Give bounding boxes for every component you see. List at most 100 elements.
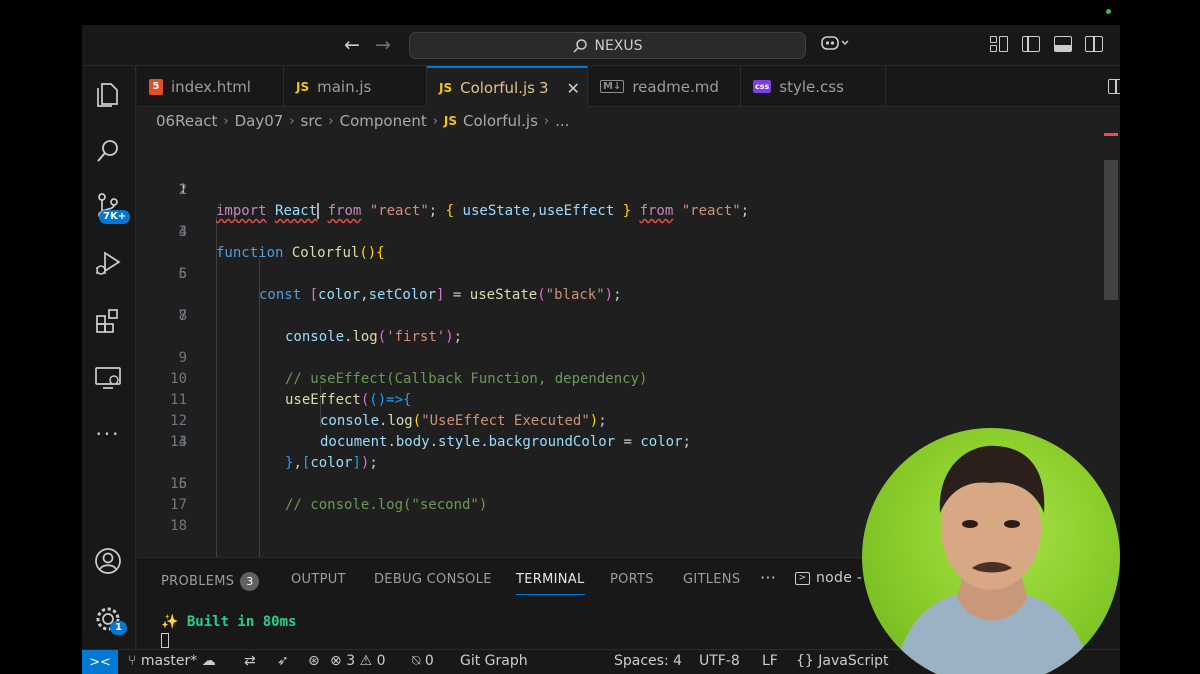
chevron-right-icon: ›: [223, 113, 229, 129]
breadcrumb-item[interactable]: 06React: [156, 112, 217, 130]
css-file-icon: css: [753, 80, 772, 93]
code-line: 11 console.log("UseEffect Executed");: [137, 369, 607, 429]
line-number: 4: [178, 224, 187, 240]
live-share-icon[interactable]: ⊛: [308, 653, 320, 669]
remote-explorer-icon[interactable]: [93, 363, 123, 393]
extensions-icon[interactable]: [93, 306, 123, 336]
tab-gitlens[interactable]: GITLENS: [683, 572, 740, 587]
warning-icon: ⚠: [359, 653, 373, 669]
tab-label: Colorful.js 3: [460, 79, 549, 97]
line-number: 6: [178, 266, 187, 282]
git-compare-icon[interactable]: ⇄: [244, 653, 256, 669]
line-number: 18: [170, 518, 187, 534]
tab-readme-md[interactable]: M↓ readme.md: [588, 66, 741, 107]
branch-indicator[interactable]: ⑂ master* ☁: [128, 653, 216, 669]
tab-ports[interactable]: PORTS: [610, 572, 654, 587]
panel-more-icon[interactable]: ···: [760, 568, 776, 587]
js-file-icon: JS: [296, 79, 310, 94]
code-line: 5 const [color,setColor] = useState("bla…: [137, 243, 622, 303]
problems-count-badge: 3: [240, 572, 260, 591]
settings-gear-icon[interactable]: 1: [93, 604, 127, 635]
terminal-output: ✨ Built in 80ms: [161, 614, 297, 630]
editor-tab-bar: 5 index.html JS main.js JS Colorful.js 3 …: [137, 66, 1120, 108]
line-number: 8: [178, 308, 187, 324]
tab-terminal[interactable]: TERMINAL: [516, 572, 585, 595]
remote-indicator[interactable]: ><: [82, 650, 118, 674]
breadcrumb-item[interactable]: ...: [555, 112, 569, 130]
terminal-selector[interactable]: > node -: [795, 570, 862, 586]
explorer-icon[interactable]: [93, 80, 123, 110]
git-graph-button[interactable]: Git Graph: [460, 653, 528, 669]
chevron-right-icon: ›: [328, 113, 334, 129]
tab-problems[interactable]: PROBLEMS 3: [161, 572, 260, 591]
search-icon[interactable]: [93, 136, 123, 166]
line-number: 14: [170, 434, 187, 450]
chevron-right-icon: ›: [289, 113, 295, 129]
rocket-icon[interactable]: ➶: [277, 653, 289, 669]
recording-indicator: [1106, 9, 1111, 14]
code-line: 9 // useEffect(Callback Function, depend…: [137, 327, 648, 387]
eol-indicator[interactable]: LF: [762, 653, 778, 669]
error-icon: ⊗: [330, 653, 342, 669]
braces-icon: {}: [796, 653, 814, 669]
search-icon: [573, 38, 588, 53]
forward-arrow-icon[interactable]: →: [375, 34, 391, 56]
language-mode[interactable]: {} JavaScript: [796, 653, 888, 669]
title-bar: ← → NEXUS: [82, 25, 1120, 66]
copilot-icon[interactable]: [820, 34, 852, 56]
breadcrumb-item[interactable]: Day07: [235, 112, 284, 130]
command-center-search[interactable]: NEXUS: [409, 32, 806, 59]
chevron-right-icon: ›: [543, 113, 550, 129]
toggle-secondary-sidebar-icon[interactable]: [1085, 36, 1103, 52]
tab-main-js[interactable]: JS main.js: [284, 66, 427, 107]
account-icon[interactable]: [93, 546, 123, 576]
code-line: 19 return (: [137, 537, 188, 557]
tab-label: main.js: [317, 77, 372, 96]
code-line: 10 useEffect(()=>{: [137, 348, 411, 408]
source-control-badge: 7K+: [99, 210, 131, 224]
js-file-icon: JS: [443, 114, 458, 128]
editor-scrollbar[interactable]: [1104, 160, 1118, 300]
terminal-icon: >: [795, 571, 810, 585]
tab-debug-console[interactable]: DEBUG CONSOLE: [374, 572, 492, 587]
webcam-overlay: [862, 428, 1120, 674]
tab-style-css[interactable]: css style.css: [741, 66, 886, 107]
tab-colorful-js[interactable]: JS Colorful.js 3 ✕: [427, 66, 588, 108]
toggle-primary-sidebar-icon[interactable]: [1022, 36, 1040, 52]
html-file-icon: 5: [149, 78, 163, 95]
code-line: 3 function Colorful(){: [137, 201, 385, 261]
breadcrumb-item[interactable]: src: [301, 112, 323, 130]
line-number: 17: [170, 497, 187, 513]
breadcrumb-item[interactable]: Component: [340, 112, 427, 130]
js-file-icon: JS: [439, 81, 453, 95]
activity-bar: 7K+ ··· 1: [82, 66, 136, 649]
tab-output[interactable]: OUTPUT: [291, 572, 346, 587]
tab-label: readme.md: [632, 77, 719, 96]
breadcrumb: 06React › Day07 › src › Component › JS C…: [156, 111, 569, 131]
tab-problem-count: 3: [538, 79, 549, 97]
scrollbar-error-marker: [1104, 133, 1118, 136]
markdown-file-icon: M↓: [600, 80, 625, 93]
source-control-icon[interactable]: 7K+: [93, 191, 131, 224]
more-views-icon[interactable]: ···: [93, 419, 123, 449]
line-number: 16: [170, 476, 187, 492]
ports-indicator[interactable]: ⍉ 0: [412, 653, 434, 669]
split-editor-icon[interactable]: [1108, 79, 1120, 94]
tab-label: index.html: [171, 77, 251, 96]
presenter-video-icon: [894, 445, 1092, 674]
broadcast-icon: ⍉: [412, 653, 421, 669]
run-and-debug-icon[interactable]: [93, 248, 123, 278]
indentation-indicator[interactable]: Spaces: 4: [614, 653, 682, 669]
command-center-label: NEXUS: [594, 37, 643, 54]
breadcrumb-item[interactable]: Colorful.js: [463, 112, 538, 130]
tab-index-html[interactable]: 5 index.html: [137, 66, 284, 107]
problems-indicator[interactable]: ⊗ 3 ⚠ 0: [330, 653, 386, 669]
back-arrow-icon[interactable]: ←: [344, 34, 360, 56]
code-line: 7 console.log('first');: [137, 285, 463, 345]
customize-layout-icon[interactable]: [990, 36, 1008, 52]
close-tab-icon[interactable]: ✕: [567, 79, 580, 98]
code-line: 13 },[color]);: [137, 411, 378, 471]
toggle-panel-icon[interactable]: [1054, 36, 1072, 52]
settings-badge: 1: [110, 621, 127, 635]
encoding-indicator[interactable]: UTF-8: [699, 653, 740, 669]
